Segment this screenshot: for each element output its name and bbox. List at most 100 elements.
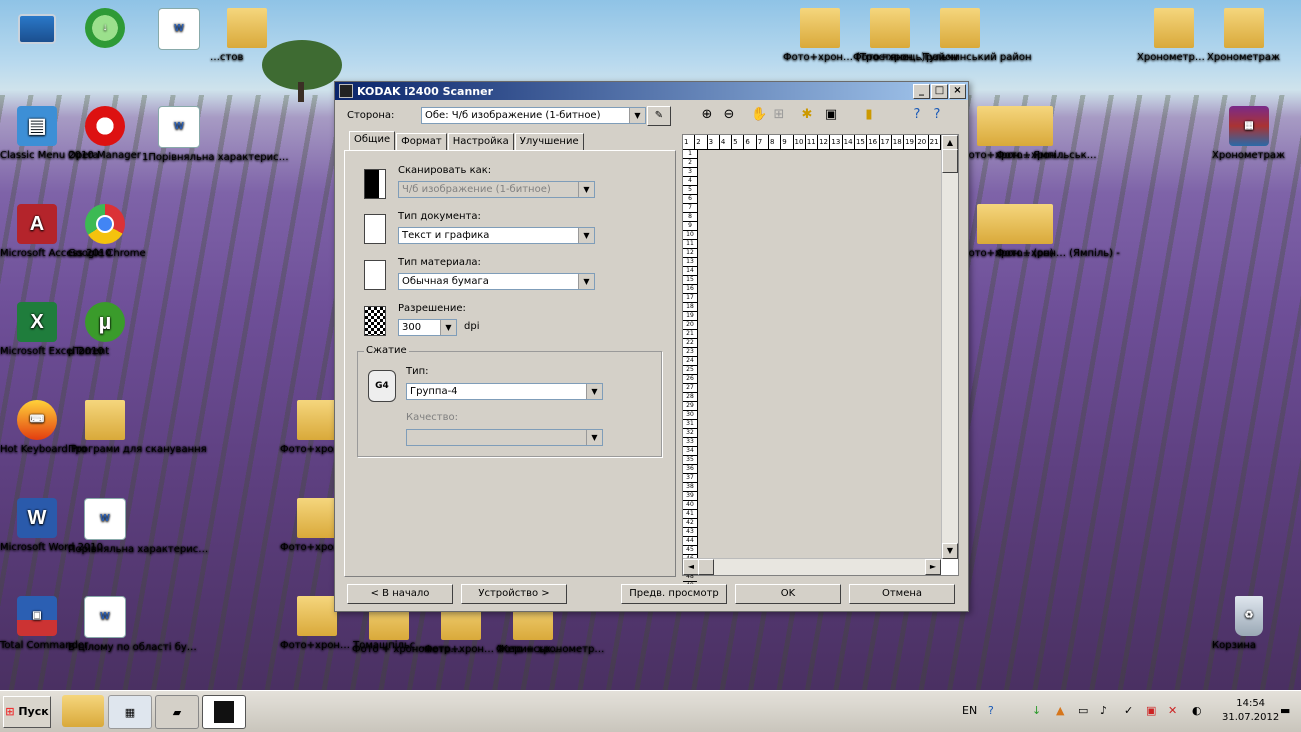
tab-enhancement[interactable]: Улучшение bbox=[514, 133, 584, 150]
desktop-icon-folder[interactable]: Хронометр… bbox=[1137, 8, 1211, 63]
ruler-h-tick: 12 bbox=[818, 135, 831, 149]
scan-as-icon bbox=[364, 169, 386, 199]
side-select[interactable]: Обе: Ч/б изображение (1-битное) ▼ bbox=[421, 107, 646, 124]
desktop-icon-recycle-bin[interactable]: ♻ Корзина bbox=[1212, 596, 1286, 651]
device-button[interactable]: Устройство > bbox=[461, 584, 567, 604]
tab-format[interactable]: Формат bbox=[396, 133, 447, 150]
desktop-icon-folder[interactable]: Фото+хрон… (он) bbox=[960, 204, 1054, 259]
desktop-icon-access[interactable]: A Microsoft Access 2010 bbox=[0, 204, 112, 259]
resolution-select[interactable]: 300 ▼ bbox=[398, 319, 457, 336]
desktop-icon-total-commander[interactable]: ▣ Total Commander bbox=[0, 596, 88, 651]
help-context-icon[interactable]: ? bbox=[909, 107, 925, 123]
start-button[interactable]: ⊞ Пуск bbox=[3, 696, 51, 728]
media-type-icon bbox=[364, 260, 386, 290]
folder-icon bbox=[800, 8, 840, 48]
scan-as-select[interactable]: Ч/б изображение (1-битное) ▼ bbox=[398, 181, 595, 198]
desktop-icon-folder[interactable]: Тульчинський район bbox=[923, 8, 1032, 63]
close-button[interactable]: × bbox=[949, 83, 966, 99]
ruler-v-tick: 3 bbox=[683, 168, 697, 177]
light-icon[interactable]: ✱ bbox=[799, 107, 815, 123]
horizontal-scrollbar[interactable]: ◄ ► bbox=[683, 558, 941, 575]
doc-type-select[interactable]: Текст и графика ▼ bbox=[398, 227, 595, 244]
desktop-icon-word[interactable]: W Microsoft Word 2010 bbox=[0, 498, 103, 553]
zoom-out-icon[interactable]: ⊖ bbox=[721, 107, 737, 123]
settings-tools-button[interactable]: ✎ bbox=[647, 106, 671, 126]
ruler-v-tick: 22 bbox=[683, 339, 697, 348]
desktop-icon-word-doc[interactable]: W bbox=[142, 8, 216, 54]
ruler-v-tick: 9 bbox=[683, 222, 697, 231]
cancel-button[interactable]: Отмена bbox=[849, 584, 955, 604]
scroll-left-icon[interactable]: ◄ bbox=[683, 559, 699, 575]
vertical-scrollbar[interactable]: ▲ ▼ bbox=[941, 135, 958, 559]
tab-general[interactable]: Общие bbox=[349, 131, 396, 150]
ruler-v-tick: 1 bbox=[683, 150, 697, 159]
folder-icon bbox=[870, 8, 910, 48]
word-doc-icon: W bbox=[84, 498, 126, 540]
desktop-icon-utorrent[interactable]: µ µTorrent bbox=[68, 302, 142, 357]
minimize-button[interactable]: _ bbox=[913, 83, 930, 99]
fit-page-icon[interactable]: ⊞ bbox=[771, 107, 787, 123]
media-type-select[interactable]: Обычная бумага ▼ bbox=[398, 273, 595, 290]
preview-page[interactable] bbox=[698, 150, 942, 558]
desktop-icon-scan-programs[interactable]: Програми для сканування bbox=[68, 400, 207, 455]
quality-label: Качество: bbox=[406, 412, 458, 423]
kodak-window-taskbar-icon[interactable] bbox=[202, 695, 246, 729]
show-desktop-icon[interactable]: ▬ bbox=[1280, 697, 1290, 725]
zoom-in-icon[interactable]: ⊕ bbox=[699, 107, 715, 123]
ruler-v-tick: 11 bbox=[683, 240, 697, 249]
title-bar[interactable]: KODAK i2400 Scanner _ □ × bbox=[335, 82, 968, 100]
desktop-icon-folder[interactable]: Хронометраж bbox=[1207, 8, 1281, 63]
desktop-icon-folder[interactable]: …стов bbox=[210, 8, 284, 63]
calculator-taskbar-icon[interactable]: ▦ bbox=[108, 695, 152, 729]
desktop-icon-download[interactable]: ↓ bbox=[68, 8, 142, 52]
desktop-icon-excel[interactable]: X Microsoft Excel 2010 bbox=[0, 302, 104, 357]
desktop-icon-hot-keyboard[interactable]: ⌨ Hot Keyboard Pro bbox=[0, 400, 87, 455]
monitor-tray-icon[interactable]: ▭ bbox=[1078, 697, 1088, 725]
ruler-v-tick: 16 bbox=[683, 285, 697, 294]
ruler-v-tick: 18 bbox=[683, 303, 697, 312]
desktop-icon-classic-menu[interactable]: ▤ Classic Menu 2010 Manager bbox=[0, 106, 141, 161]
ruler-v-tick: 26 bbox=[683, 375, 697, 384]
desktop-icon-word-doc[interactable]: WВ цілому по області бу… bbox=[68, 596, 197, 653]
image-settings-icon[interactable]: ▣ bbox=[823, 107, 839, 123]
help-tray-icon[interactable]: ? bbox=[988, 697, 994, 725]
quality-select[interactable]: ▼ bbox=[406, 429, 603, 446]
desktop-icon-word-doc[interactable]: W 1Порівняльна характерис… bbox=[142, 106, 289, 163]
scanner-app-taskbar-icon[interactable]: ▰ bbox=[155, 695, 199, 729]
preview-button[interactable]: Предв. просмотр bbox=[621, 584, 727, 604]
language-indicator[interactable]: EN bbox=[962, 697, 977, 725]
desktop-icon-opera[interactable]: Opera bbox=[68, 106, 142, 161]
chevron-down-icon: ▼ bbox=[629, 108, 645, 123]
home-button[interactable]: < В начало bbox=[347, 584, 453, 604]
desktop-icon-computer[interactable] bbox=[0, 8, 74, 48]
network-tray-icon[interactable]: ▣ bbox=[1146, 697, 1156, 725]
volume-icon[interactable]: ♪ bbox=[1100, 697, 1107, 725]
compression-type-select[interactable]: Группа-4 ▼ bbox=[406, 383, 603, 400]
help-icon[interactable]: ? bbox=[929, 107, 945, 123]
desktop-icon-winrar[interactable]: ▦ Хронометраж bbox=[1212, 106, 1286, 161]
security-tray-icon[interactable]: ✓ bbox=[1124, 697, 1133, 725]
desktop-icon-chrome[interactable]: Google Chrome bbox=[68, 204, 146, 259]
ok-button[interactable]: OK bbox=[735, 584, 841, 604]
explorer-taskbar-icon[interactable] bbox=[62, 695, 104, 727]
ruler-h-tick: 18 bbox=[892, 135, 905, 149]
alert-tray-icon[interactable]: ✕ bbox=[1168, 697, 1177, 725]
speaker-tray-icon[interactable]: ◐ bbox=[1192, 697, 1202, 725]
update-tray-icon[interactable]: ▲ bbox=[1056, 697, 1064, 725]
scroll-right-icon[interactable]: ► bbox=[925, 559, 941, 575]
desktop-icon-word-doc[interactable]: W Порівняльна характерис… bbox=[68, 498, 208, 555]
hscroll-thumb[interactable] bbox=[698, 559, 714, 575]
scroll-down-icon[interactable]: ▼ bbox=[942, 543, 958, 559]
desktop-icon-folder[interactable]: Фото+хрон… bbox=[996, 106, 1070, 161]
hand-icon[interactable]: ✋ bbox=[751, 107, 767, 123]
download-tray-icon[interactable]: ↓ bbox=[1032, 697, 1041, 725]
ruler-icon[interactable]: ▮ bbox=[861, 107, 877, 123]
scroll-thumb[interactable] bbox=[942, 149, 958, 173]
maximize-button[interactable]: □ bbox=[931, 83, 948, 99]
clock[interactable]: 14:54 31.07.2012 bbox=[1222, 697, 1279, 725]
desktop-icon-folder[interactable]: Фото+хрон… район bbox=[853, 8, 958, 63]
tab-settings[interactable]: Настройка bbox=[447, 133, 514, 150]
word-doc-icon: W bbox=[158, 106, 200, 148]
desktop-icon-folder[interactable]: Фото+хрон… (Тростянець) bbox=[783, 8, 925, 63]
download-icon: ↓ bbox=[85, 8, 125, 48]
